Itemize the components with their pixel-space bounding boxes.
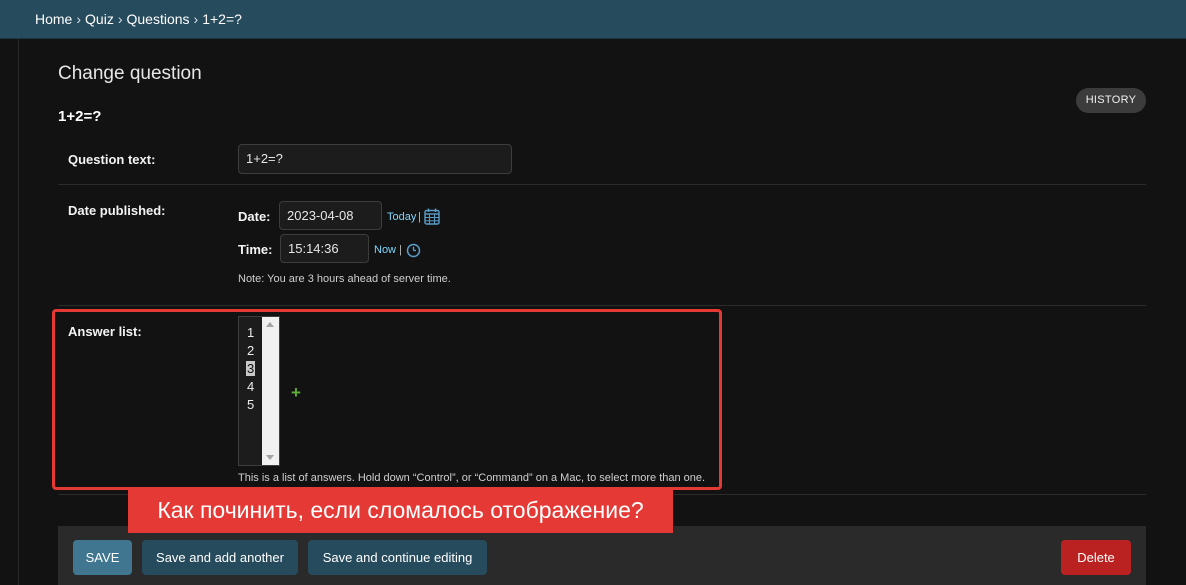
breadcrumb-quiz[interactable]: Quiz xyxy=(85,11,114,27)
today-link[interactable]: Today xyxy=(387,211,416,223)
date-input[interactable]: 2023-04-08 xyxy=(279,201,382,230)
timezone-note: Note: You are 3 hours ahead of server ti… xyxy=(238,273,451,285)
question-text-input[interactable]: 1+2=? xyxy=(238,144,512,174)
sidebar-toggle-rail[interactable] xyxy=(0,39,19,585)
calendar-icon[interactable] xyxy=(424,208,440,230)
question-text-label: Question text: xyxy=(68,152,156,167)
link-separator: | xyxy=(418,211,421,223)
breadcrumb-separator: › xyxy=(76,11,82,27)
time-input[interactable]: 15:14:36 xyxy=(280,234,369,263)
admin-header: Home › Quiz › Questions › 1+2=? xyxy=(0,0,1186,39)
now-link[interactable]: Now xyxy=(374,244,396,256)
save-button[interactable]: SAVE xyxy=(73,540,132,575)
breadcrumb-separator: › xyxy=(117,11,123,27)
save-and-continue-button[interactable]: Save and continue editing xyxy=(308,540,487,575)
row-divider xyxy=(58,184,1146,185)
date-published-label: Date published: xyxy=(68,203,166,218)
link-separator: | xyxy=(399,244,402,256)
page-title: Change question xyxy=(58,63,202,84)
time-label: Time: xyxy=(238,242,273,257)
row-divider xyxy=(58,305,1146,306)
clock-icon[interactable] xyxy=(406,243,421,263)
breadcrumb-home[interactable]: Home xyxy=(35,11,72,27)
breadcrumb-current: 1+2=? xyxy=(202,11,242,27)
breadcrumb-questions[interactable]: Questions xyxy=(127,11,190,27)
breadcrumb: Home › Quiz › Questions › 1+2=? xyxy=(35,11,242,27)
date-label: Date: xyxy=(238,209,271,224)
question-overlay-banner: Как починить, если сломалось отображение… xyxy=(128,487,673,533)
delete-button[interactable]: Delete xyxy=(1061,540,1131,575)
save-and-add-another-button[interactable]: Save and add another xyxy=(142,540,298,575)
breadcrumb-separator: › xyxy=(193,11,199,27)
highlight-frame xyxy=(52,309,722,490)
history-button[interactable]: HISTORY xyxy=(1076,88,1146,113)
object-title: 1+2=? xyxy=(58,108,102,125)
